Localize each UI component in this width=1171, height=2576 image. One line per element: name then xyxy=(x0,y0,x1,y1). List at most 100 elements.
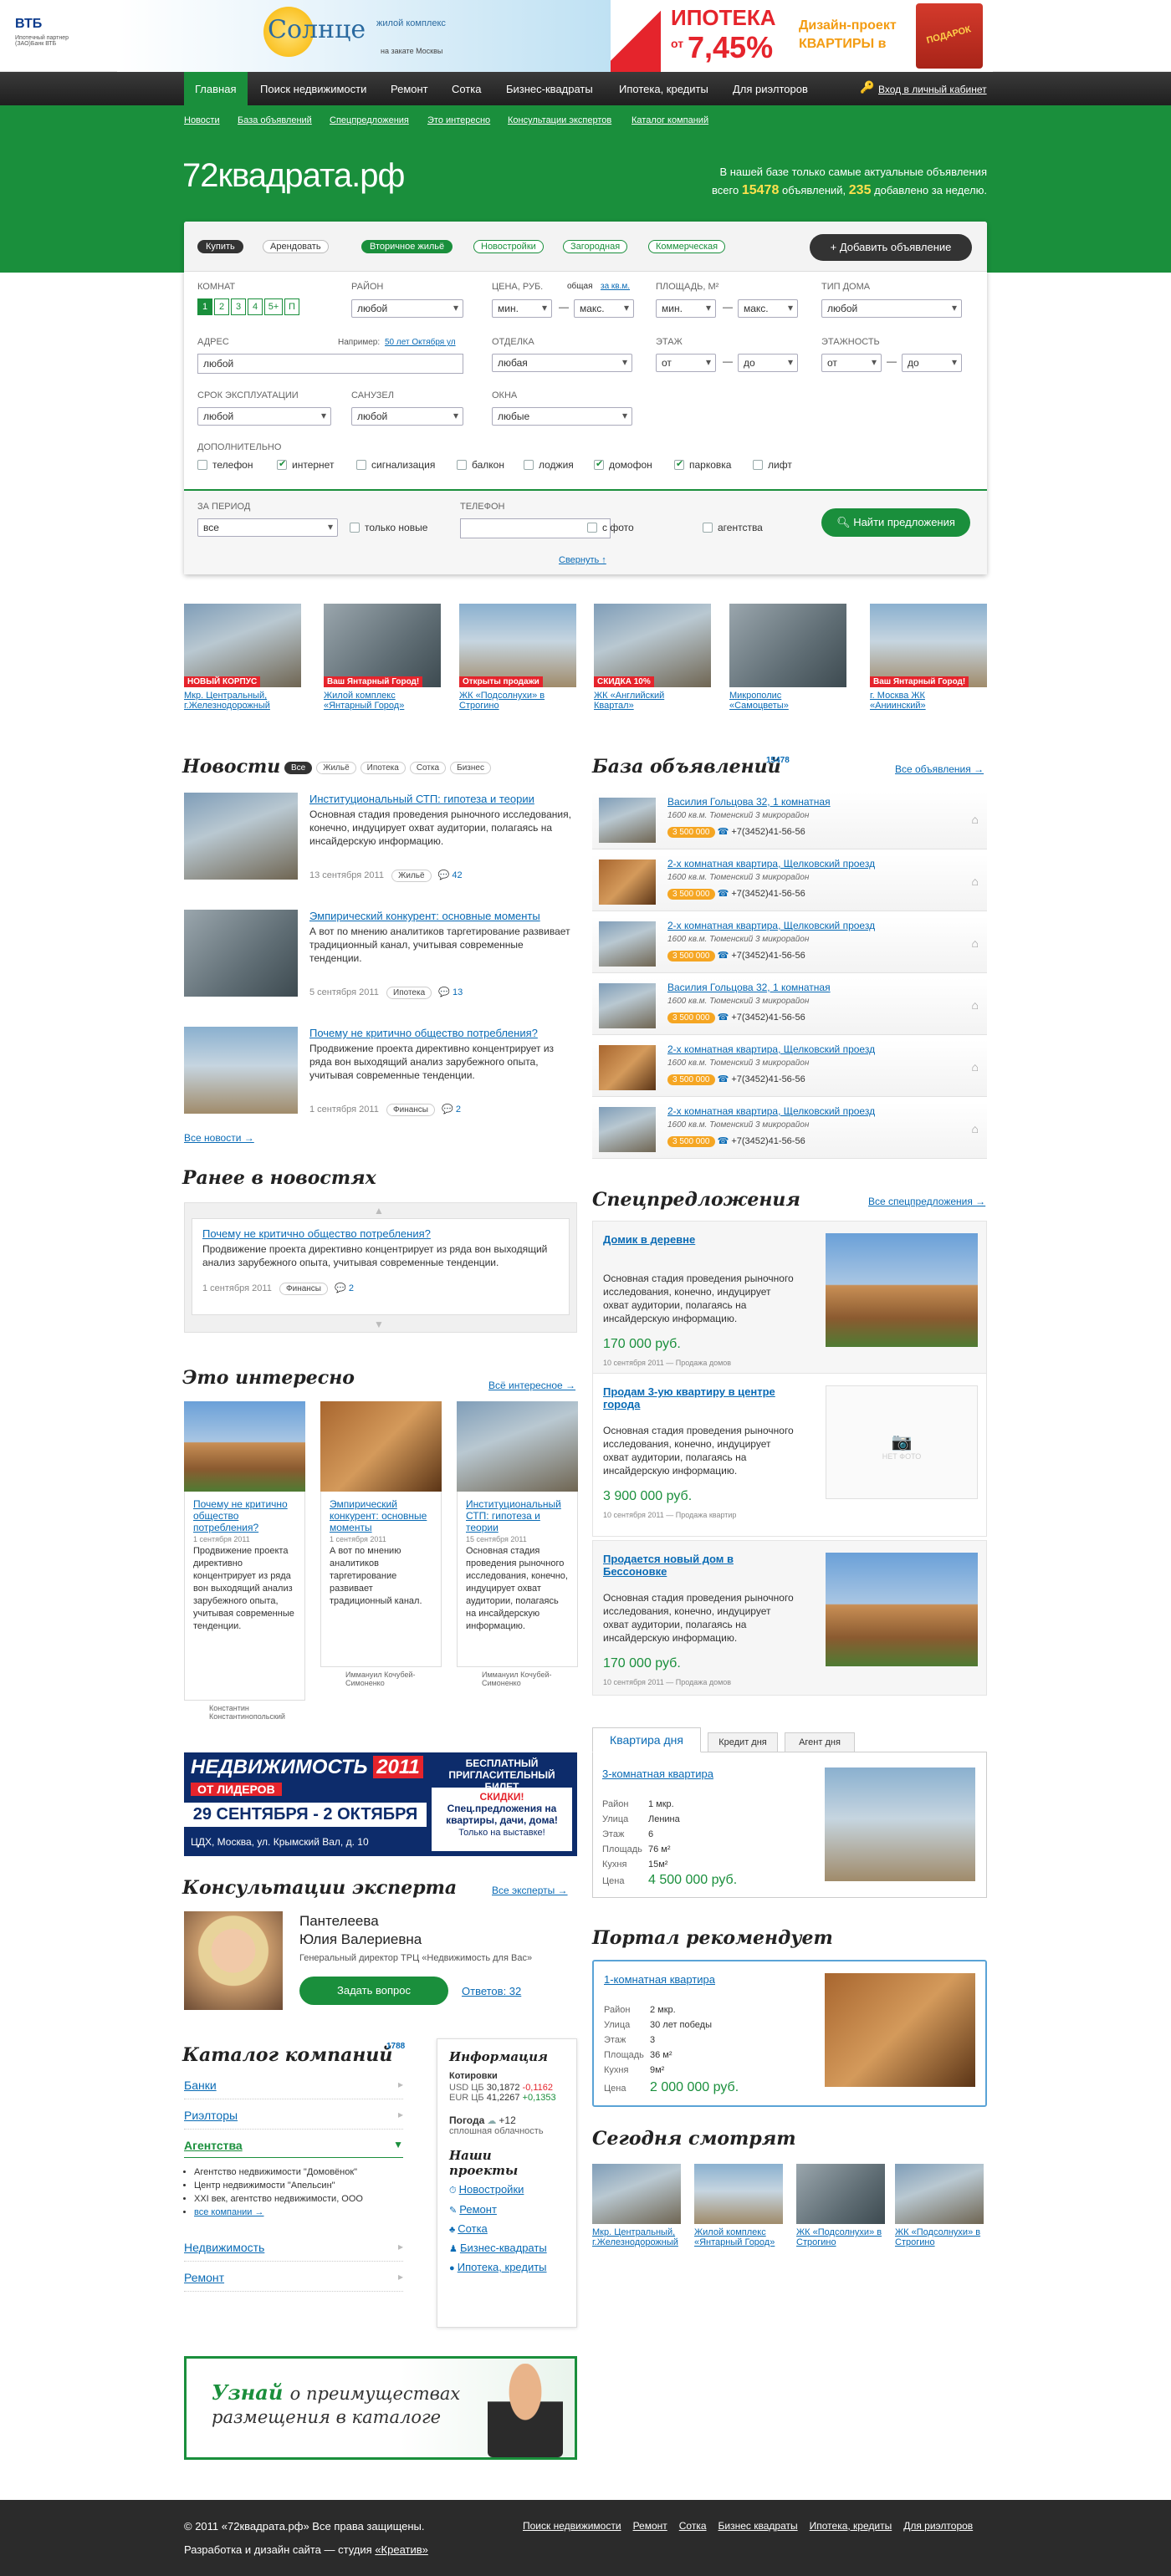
day-photo[interactable] xyxy=(825,1767,975,1881)
expo-banner[interactable]: НЕДВИЖИМОСТЬ 2011 ОТ ЛИДЕРОВ 29 СЕНТЯБРЯ… xyxy=(184,1752,577,1856)
catalog-cat-realty[interactable]: Недвижимость ▸ xyxy=(184,2241,403,2262)
project-sotka[interactable]: Сотка xyxy=(458,2222,488,2235)
ad-thumb[interactable] xyxy=(599,860,656,905)
watch-caption[interactable]: Мкр. Центральный, г.Железнодорожный xyxy=(592,2227,683,2247)
news-filter-sotka[interactable]: Сотка xyxy=(409,762,447,774)
catalog-promo-banner[interactable]: Узнай о преимуществах размещения в катал… xyxy=(184,2356,577,2460)
footer-link[interactable]: Поиск недвижимости xyxy=(523,2520,621,2532)
type-new[interactable]: Новостройки xyxy=(473,240,544,253)
ad-title[interactable]: 2-х комнатная квартира, Щелковский проез… xyxy=(667,858,875,870)
type-secondary[interactable]: Вторичное жильё xyxy=(361,240,453,253)
room-option[interactable]: 5+ xyxy=(264,298,283,315)
all-companies-link[interactable]: все компании → xyxy=(194,2207,264,2217)
floor-from-select[interactable]: от xyxy=(656,354,716,372)
down-arrow-icon[interactable]: ▼ xyxy=(374,1319,384,1330)
news-item-tag[interactable]: Ипотека xyxy=(386,987,432,999)
news-filter-all[interactable]: Все xyxy=(284,762,313,774)
project-business[interactable]: Бизнес-квадраты xyxy=(460,2242,547,2254)
news-item-comments[interactable]: 2 xyxy=(456,1104,461,1115)
studio-link[interactable]: «Креатив» xyxy=(375,2543,428,2556)
interesting-title[interactable]: Институциональный СТП: гипотеза и теории xyxy=(466,1498,569,1533)
finish-select[interactable]: любая xyxy=(492,354,632,372)
price-min-select[interactable]: мин. xyxy=(492,299,552,318)
area-min-select[interactable]: мин. xyxy=(656,299,716,318)
all-interesting-link[interactable]: Всё интересное → xyxy=(488,1380,575,1391)
catalog-cat-repair[interactable]: Ремонт ▸ xyxy=(184,2271,403,2292)
room-option[interactable]: 2 xyxy=(214,298,229,315)
catalog-cat-label[interactable]: Недвижимость xyxy=(184,2241,264,2254)
with-photo-checkbox[interactable]: с фото xyxy=(587,522,634,533)
all-news-link[interactable]: Все новости → xyxy=(184,1132,254,1144)
for-period-select[interactable]: все xyxy=(197,518,338,537)
floors-from-select[interactable]: от xyxy=(821,354,882,372)
banner-item[interactable]: НОВЫЙ КОРПУС Мкр. Центральный, г.Железно… xyxy=(184,604,301,711)
ad-thumb[interactable] xyxy=(599,983,656,1028)
price-max-select[interactable]: макс. xyxy=(574,299,634,318)
banner-caption[interactable]: ЖК «Подсолнухи» в Строгино xyxy=(459,691,568,711)
special-item-title[interactable]: Домик в деревне xyxy=(603,1233,795,1246)
home-icon[interactable]: ⌂ xyxy=(972,936,979,950)
project-item[interactable]: ⏱ Новостройки xyxy=(449,2183,565,2196)
extra-phone[interactable]: телефон xyxy=(197,459,253,471)
home-icon[interactable]: ⌂ xyxy=(972,998,979,1012)
earlier-item-title[interactable]: Почему не критично общество потребления? xyxy=(202,1227,431,1240)
news-filter-housing[interactable]: Жильё xyxy=(316,762,356,774)
watch-item[interactable]: ЖК «Подсолнухи» в Строгино xyxy=(895,2164,985,2247)
up-arrow-icon[interactable]: ▲ xyxy=(374,1205,384,1217)
type-commercial[interactable]: Коммерческая xyxy=(648,240,726,253)
tab-buy[interactable]: Купить xyxy=(197,240,243,253)
address-example-link[interactable]: 50 лет Октября ул xyxy=(385,338,456,347)
news-item-tag[interactable]: Жильё xyxy=(391,870,432,882)
add-ad-button[interactable]: + Добавить объявление xyxy=(810,234,972,261)
news-item-tag[interactable]: Финансы xyxy=(386,1104,435,1116)
all-ads-link[interactable]: Все объявления → xyxy=(895,763,984,775)
subnav-special[interactable]: Спецпредложения xyxy=(330,115,409,125)
watch-caption[interactable]: ЖК «Подсолнухи» в Строгино xyxy=(796,2227,887,2247)
floors-to-select[interactable]: до xyxy=(902,354,962,372)
watch-item[interactable]: Мкр. Центральный, г.Железнодорожный xyxy=(592,2164,683,2247)
room-option[interactable]: 4 xyxy=(248,298,263,315)
news-item-comments[interactable]: 13 xyxy=(453,987,463,997)
banner-caption[interactable]: ЖК «Английский Квартал» xyxy=(594,691,703,711)
special-item-title[interactable]: Продается новый дом в Бессоновке xyxy=(603,1553,795,1578)
project-new-buildings[interactable]: Новостройки xyxy=(459,2183,524,2196)
news-filter-mortgage[interactable]: Ипотека xyxy=(360,762,406,774)
interesting-photo[interactable] xyxy=(320,1401,442,1492)
floor-to-select[interactable]: до xyxy=(738,354,798,372)
ad-title[interactable]: 2-х комнатная квартира, Щелковский проез… xyxy=(667,920,875,931)
project-item[interactable]: ✎ Ремонт xyxy=(449,2203,565,2216)
tab-apartment-day[interactable]: Квартира дня xyxy=(592,1727,701,1752)
subnav-news[interactable]: Новости xyxy=(184,115,220,125)
catalog-cat-realtors[interactable]: Риэлторы ▸ xyxy=(184,2109,403,2130)
banner-item[interactable]: Ваш Янтарный Город! г. Москва ЖК «Аниинс… xyxy=(870,604,987,711)
special-item-photo[interactable] xyxy=(826,1233,978,1347)
ad-thumb[interactable] xyxy=(599,1107,656,1152)
home-icon[interactable]: ⌂ xyxy=(972,1122,979,1135)
subnav-catalog[interactable]: Каталог компаний xyxy=(632,115,708,125)
extra-intercom[interactable]: домофон xyxy=(594,458,652,471)
ad-title[interactable]: Василия Гольцова 32, 1 комнатная xyxy=(667,982,831,993)
earlier-tag[interactable]: Финансы xyxy=(279,1283,328,1295)
extra-alarm[interactable]: сигнализация xyxy=(356,459,435,471)
address-input[interactable]: любой xyxy=(197,354,463,374)
ad-thumb[interactable] xyxy=(599,921,656,967)
catalog-cat-label[interactable]: Банки xyxy=(184,2079,217,2092)
earlier-comments[interactable]: 2 xyxy=(349,1283,354,1293)
extra-internet[interactable]: интернет xyxy=(277,458,334,471)
all-experts-link[interactable]: Все эксперты → xyxy=(492,1885,568,1896)
project-item[interactable]: ● Ипотека, кредиты xyxy=(449,2261,565,2273)
interesting-title[interactable]: Почему не критично общество потребления? xyxy=(193,1498,296,1533)
home-icon[interactable]: ⌂ xyxy=(972,1060,979,1074)
project-repair[interactable]: Ремонт xyxy=(459,2203,497,2216)
room-option[interactable]: 3 xyxy=(231,298,246,315)
ad-title[interactable]: Василия Гольцова 32, 1 комнатная xyxy=(667,796,831,808)
price-total-toggle[interactable]: общая xyxy=(567,282,593,291)
project-mortgage[interactable]: Ипотека, кредиты xyxy=(458,2261,547,2273)
recommend-item-title[interactable]: 1-комнатная квартира xyxy=(604,1973,715,1986)
special-item-photo[interactable] xyxy=(826,1553,978,1666)
ad-title[interactable]: 2-х комнатная квартира, Щелковский проез… xyxy=(667,1105,875,1117)
only-new-checkbox[interactable]: только новые xyxy=(350,522,427,533)
ask-question-button[interactable]: Задать вопрос xyxy=(299,1977,448,2005)
catalog-cat-label[interactable]: Ремонт xyxy=(184,2271,224,2284)
agency-item[interactable]: XXI век, агентство недвижимости, ООО xyxy=(194,2192,403,2206)
